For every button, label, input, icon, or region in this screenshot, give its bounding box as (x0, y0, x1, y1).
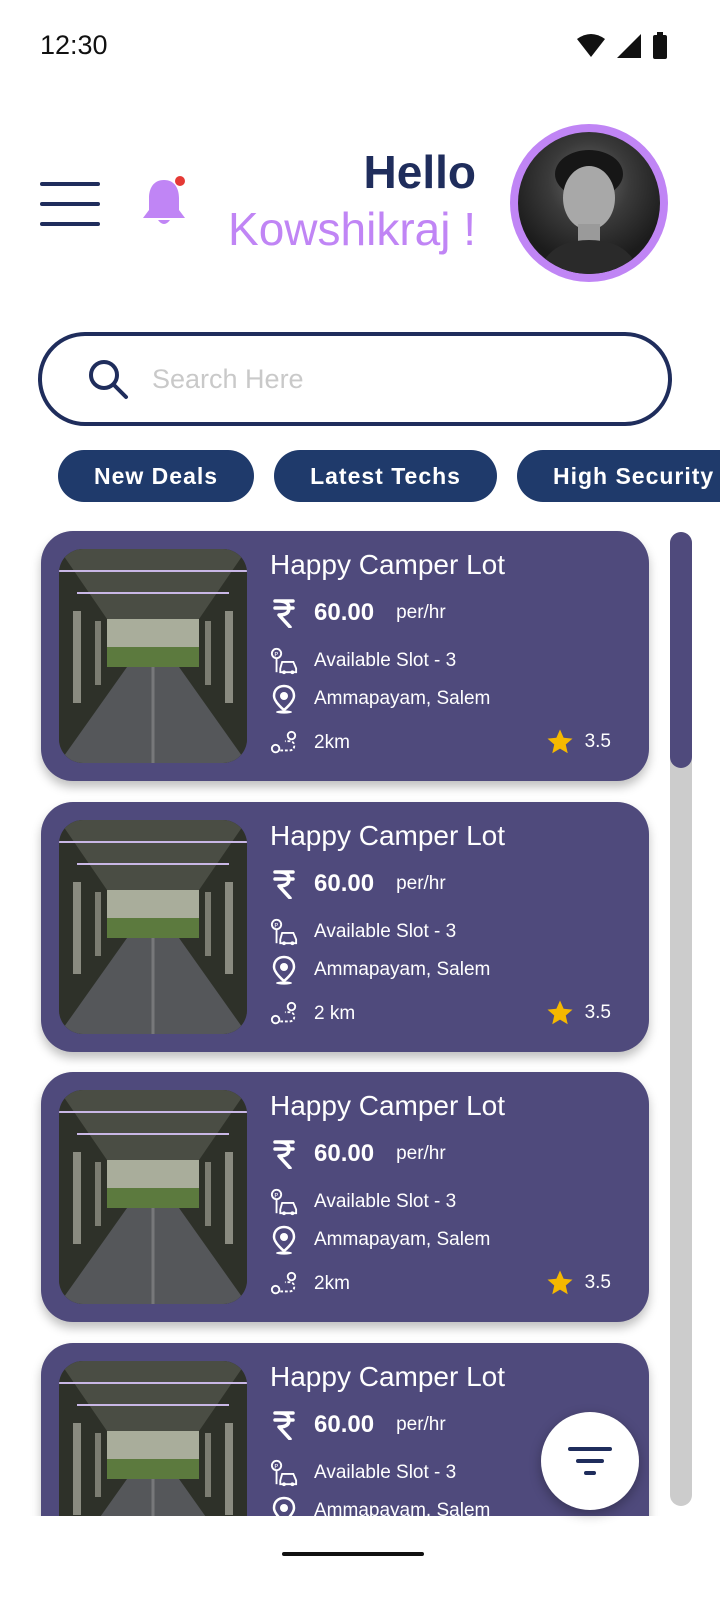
price-unit: per/hr (396, 872, 446, 894)
location-text: Ammapayam, Salem (314, 1229, 491, 1250)
svg-text:P: P (274, 1462, 278, 1470)
greeting: Hello Kowshikraj ! (228, 144, 476, 258)
status-bar: 12:30 (0, 0, 720, 95)
location-text: Ammapayam, Salem (314, 1499, 491, 1517)
home-indicator[interactable] (282, 1552, 424, 1556)
price-value: 60.00 (314, 1410, 375, 1438)
rating-value: 3.5 (584, 1272, 611, 1293)
available-slots: Available Slot - 3 (314, 920, 457, 942)
location-text: Ammapayam, Salem (314, 958, 491, 980)
price-row: 60.00 per/hr (270, 869, 446, 899)
parking-lot-title: Happy Camper Lot (270, 1090, 506, 1121)
rating: 3.5 (545, 998, 611, 1028)
svg-text:P: P (274, 921, 278, 929)
location-pin-icon (270, 684, 298, 714)
parking-lot-title: Happy Camper Lot (270, 549, 506, 580)
rating: 3.5 (545, 727, 611, 757)
star-icon (547, 1270, 573, 1295)
location-row: Ammapayam, Salem (270, 684, 491, 714)
battery-icon (653, 32, 667, 59)
price-row: 60.00 per/hr (270, 1410, 446, 1440)
parking-car-icon: P (270, 918, 298, 946)
parking-lot-title: Happy Camper Lot (270, 819, 506, 851)
chip-new-deals[interactable]: New Deals (58, 450, 255, 502)
scrollbar-thumb[interactable] (670, 532, 692, 768)
status-icons (576, 32, 668, 60)
search-input[interactable] (152, 363, 582, 395)
price-value: 60.00 (314, 869, 375, 897)
price-value: 60.00 (314, 599, 375, 626)
price-unit: per/hr (396, 602, 446, 623)
distance-row: 2 km (270, 1000, 355, 1028)
svg-text:P: P (274, 1191, 278, 1199)
parking-lot-card[interactable]: Happy Camper Lot 60.00 per/hr P Availabl… (41, 1072, 649, 1322)
wifi-icon (577, 34, 605, 57)
price-unit: per/hr (396, 1143, 446, 1164)
rupee-icon (270, 1140, 298, 1169)
cell-signal-icon (617, 34, 641, 58)
parking-lot-photo (59, 1360, 247, 1516)
location-text: Ammapayam, Salem (314, 688, 491, 709)
status-time: 12:30 (40, 30, 108, 60)
price-unit: per/hr (396, 1413, 446, 1435)
search-bar[interactable] (38, 332, 672, 426)
rating-value: 3.5 (584, 731, 611, 752)
slots-row: P Available Slot - 3 (270, 1188, 456, 1216)
available-slots: Available Slot - 3 (314, 1191, 457, 1212)
location-pin-icon (270, 1225, 298, 1255)
category-chips: New Deals Latest Techs High Security (58, 450, 720, 502)
parking-lot-card[interactable]: Happy Camper Lot 60.00 per/hr P Availabl… (41, 531, 649, 781)
bell-icon[interactable] (140, 174, 188, 230)
header: Hello Kowshikraj ! (0, 110, 720, 300)
avatar-photo (518, 132, 660, 274)
slots-row: P Available Slot - 3 (270, 1459, 456, 1487)
distance-text: 2 km (314, 1002, 356, 1024)
price-value: 60.00 (314, 1140, 375, 1167)
distance-text: 2km (314, 1273, 350, 1294)
slots-row: P Available Slot - 3 (270, 647, 456, 675)
location-row: Ammapayam, Salem (270, 1496, 491, 1517)
location-pin-icon (270, 955, 298, 985)
parking-lot-photo (59, 819, 247, 1034)
slots-row: P Available Slot - 3 (270, 918, 456, 946)
parking-car-icon: P (270, 1459, 298, 1487)
parking-lot-list: Happy Camper Lot 60.00 per/hr P Availabl… (0, 530, 720, 1516)
star-icon (547, 729, 573, 754)
chip-latest-techs[interactable]: Latest Techs (274, 450, 497, 502)
location-pin-icon (270, 1496, 298, 1516)
available-slots: Available Slot - 3 (314, 1461, 457, 1483)
parking-car-icon: P (270, 647, 298, 675)
hello-text: Hello (363, 146, 476, 198)
rupee-icon (270, 599, 298, 628)
distance-row: 2km (270, 729, 350, 757)
filter-button[interactable] (541, 1412, 639, 1510)
chip-high-security[interactable]: High Security (516, 450, 720, 502)
distance-row: 2km (270, 1270, 350, 1298)
parking-lot-photo (59, 549, 247, 763)
distance-text: 2km (314, 732, 350, 753)
route-icon (270, 1000, 298, 1028)
route-icon (270, 729, 298, 757)
parking-lot-title: Happy Camper Lot (270, 1360, 506, 1392)
search-icon (89, 360, 128, 399)
price-row: 60.00 per/hr (270, 599, 446, 628)
parking-lot-photo (59, 1090, 247, 1304)
rating-value: 3.5 (584, 1001, 611, 1023)
avatar[interactable] (510, 124, 668, 282)
user-name: Kowshikraj ! (228, 203, 476, 255)
filter-icon (568, 1447, 612, 1475)
parking-car-icon: P (270, 1188, 298, 1216)
parking-lot-card[interactable]: Happy Camper Lot 60.00 per/hr P Availabl… (41, 801, 649, 1052)
rupee-icon (270, 1410, 298, 1440)
route-icon (270, 1270, 298, 1298)
location-row: Ammapayam, Salem (270, 1225, 491, 1255)
location-row: Ammapayam, Salem (270, 955, 491, 985)
star-icon (547, 1000, 573, 1024)
rating: 3.5 (545, 1268, 611, 1298)
hamburger-menu-icon[interactable] (40, 182, 100, 226)
price-row: 60.00 per/hr (270, 1140, 446, 1169)
svg-text:P: P (274, 650, 278, 658)
rupee-icon (270, 869, 298, 899)
available-slots: Available Slot - 3 (314, 650, 457, 671)
